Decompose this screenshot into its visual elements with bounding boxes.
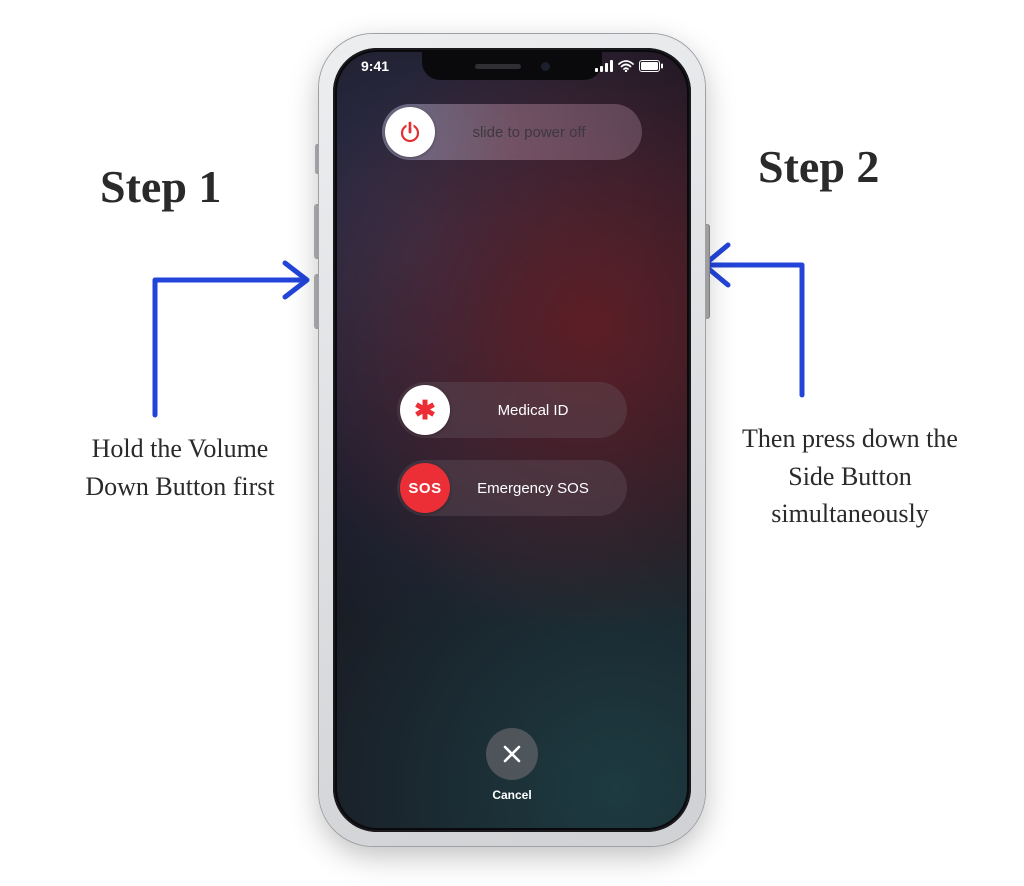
phone-device: 9:41 — [319, 34, 705, 846]
medical-id-knob[interactable]: ✱ — [400, 385, 450, 435]
asterisk-icon: ✱ — [414, 397, 436, 423]
power-off-knob[interactable] — [385, 107, 435, 157]
emergency-sos-slider[interactable]: SOS Emergency SOS — [397, 460, 627, 516]
cell-signal-icon — [595, 60, 613, 72]
close-icon — [502, 744, 522, 764]
emergency-sos-label: Emergency SOS — [453, 480, 627, 497]
phone-screen: 9:41 — [337, 52, 687, 828]
phone-frame: 9:41 — [319, 34, 705, 846]
status-right — [595, 58, 663, 74]
cancel-button[interactable] — [486, 728, 538, 780]
medical-id-label: Medical ID — [453, 402, 627, 419]
step1-title: Step 1 — [100, 160, 221, 213]
status-bar: 9:41 — [337, 58, 687, 74]
step1-arrow-icon — [135, 225, 325, 425]
status-time: 9:41 — [361, 58, 389, 74]
step2-arrow-icon — [690, 205, 840, 405]
step1-text: Hold the Volume Down Button first — [75, 430, 285, 505]
cancel-label: Cancel — [492, 788, 531, 802]
emergency-sos-knob[interactable]: SOS — [400, 463, 450, 513]
wifi-icon — [618, 60, 634, 72]
power-off-label: slide to power off — [430, 124, 642, 141]
medical-id-slider[interactable]: ✱ Medical ID — [397, 382, 627, 438]
step2-title: Step 2 — [758, 140, 879, 193]
phone-bezel: 9:41 — [333, 48, 691, 832]
power-off-slider[interactable]: slide to power off — [382, 104, 642, 160]
step2-text: Then press down the Side Button simultan… — [730, 420, 970, 533]
power-icon — [399, 121, 421, 143]
cancel-group: Cancel — [486, 728, 538, 802]
battery-icon — [639, 60, 663, 72]
sos-icon: SOS — [408, 480, 441, 497]
